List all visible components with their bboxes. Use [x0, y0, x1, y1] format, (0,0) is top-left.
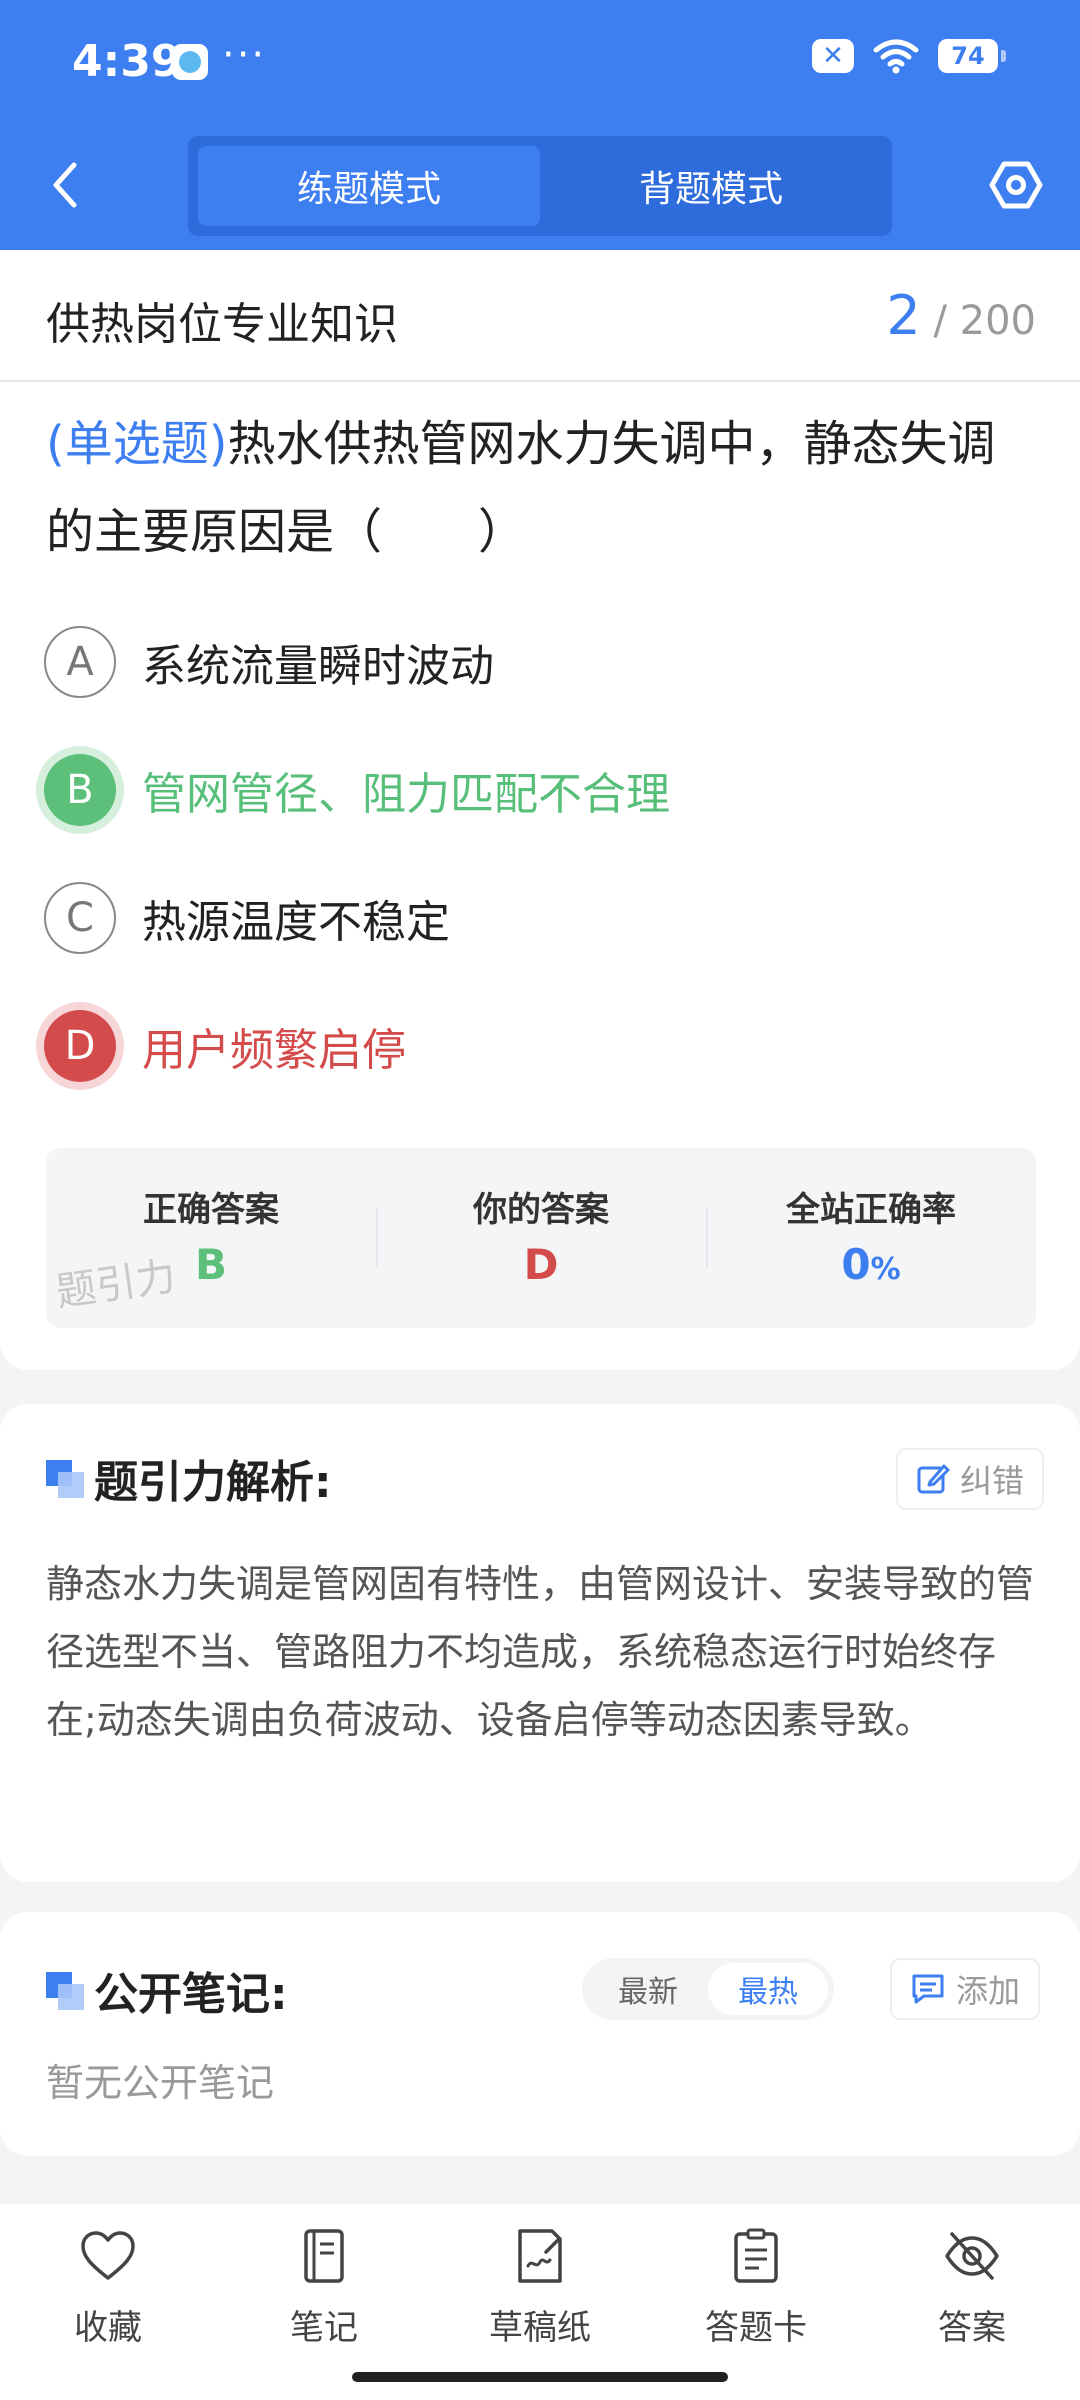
answer-sheet-label: 答题卡: [705, 2308, 807, 2348]
current-question-number: 2: [886, 284, 921, 347]
section-squares-icon: [46, 1972, 84, 2010]
draft-icon: [518, 2229, 562, 2283]
section-squares-icon: [46, 1460, 84, 1498]
option-a[interactable]: A 系统流量瞬时波动: [44, 626, 494, 698]
option-text: 用户频繁启停: [142, 1025, 406, 1076]
eye-off-icon: [945, 2232, 999, 2280]
accuracy-number: 0: [841, 1240, 871, 1289]
notes-sort-toggle: 最新 最热: [582, 1958, 834, 2020]
bottom-toolbar: 收藏 笔记 草稿纸 答题卡 答案: [0, 2204, 1080, 2400]
accuracy-label: 全站正确率: [786, 1190, 956, 1230]
question-card: 供热岗位专业知识 2 / 200 (单选题)热水供热管网水力失调中，静态失调的主…: [0, 250, 1080, 1370]
heart-icon: [81, 2231, 135, 2280]
subject-title: 供热岗位专业知识: [46, 299, 398, 350]
chevron-left-icon: [53, 162, 77, 208]
option-letter: C: [44, 882, 116, 954]
report-error-button[interactable]: 纠错: [896, 1448, 1045, 1510]
option-text: 热源温度不稳定: [142, 897, 450, 948]
analysis-title: 题引力解析:: [94, 1457, 332, 1508]
settings-hexagon-icon: [989, 161, 1043, 209]
option-letter: B: [44, 754, 116, 826]
settings-button[interactable]: [988, 155, 1044, 215]
option-text: 管网管径、阻力匹配不合理: [142, 769, 670, 820]
answer-panel: 正确答案 B 你的答案 D 全站正确率 0%: [46, 1148, 1036, 1328]
favorite-button[interactable]: 收藏: [0, 2226, 216, 2366]
accuracy-unit: %: [870, 1252, 901, 1287]
correct-answer-label: 正确答案: [143, 1190, 279, 1230]
option-letter: D: [44, 1010, 116, 1082]
add-note-button[interactable]: 添加: [890, 1958, 1041, 2020]
wifi-icon: [873, 39, 919, 74]
notes-label: 笔记: [290, 2308, 358, 2348]
question-text: (单选题)热水供热管网水力失调中，静态失调的主要原因是（ ）: [46, 400, 1036, 576]
show-answer-button[interactable]: 答案: [864, 2226, 1080, 2366]
home-indicator[interactable]: [352, 2372, 728, 2382]
notes-title: 公开笔记:: [94, 1969, 288, 2020]
status-more-icon: ···: [222, 32, 267, 78]
question-progress: 2 / 200: [886, 284, 1036, 347]
draft-paper-label: 草稿纸: [489, 2308, 591, 2348]
answer-sheet-button[interactable]: 答题卡: [648, 2226, 864, 2366]
draft-paper-button[interactable]: 草稿纸: [432, 2226, 648, 2366]
mode-switch: 练题模式 背题模式: [188, 136, 892, 236]
option-letter: A: [44, 626, 116, 698]
accuracy-value: 0%: [706, 1240, 1036, 1289]
your-answer-column: 你的答案 D: [376, 1148, 706, 1328]
your-answer-value: D: [523, 1240, 559, 1289]
option-text: 系统流量瞬时波动: [142, 641, 494, 692]
public-notes-card: 公开笔记: 最新 最热 添加 暂无公开笔记: [0, 1912, 1080, 2156]
add-note-label: 添加: [956, 1972, 1021, 2010]
option-d[interactable]: D 用户频繁启停: [44, 1010, 406, 1082]
divider: [0, 380, 1080, 382]
battery-indicator: 74: [938, 39, 1006, 73]
answer-sheet-icon: [734, 2228, 778, 2283]
option-c[interactable]: C 热源温度不稳定: [44, 882, 450, 954]
top-header: 4:39 ··· ✕ 74 练题模式 背题模式: [0, 0, 1080, 250]
status-time: 4:39: [72, 36, 182, 87]
tab-practice-mode[interactable]: 练题模式: [198, 146, 540, 226]
analysis-card: 题引力解析: 纠错 静态水力失调是管网固有特性，由管网设计、安装导致的管径选型不…: [0, 1404, 1080, 1882]
question-type-label: (单选题): [46, 416, 228, 472]
notebook-icon: [304, 2229, 344, 2283]
notes-button[interactable]: 笔记: [216, 2226, 432, 2366]
mute-icon: ✕: [812, 39, 854, 73]
empty-notes-text: 暂无公开笔记: [46, 2061, 275, 2105]
back-button[interactable]: [40, 155, 90, 215]
option-b[interactable]: B 管网管径、阻力匹配不合理: [44, 754, 670, 826]
comment-icon: [912, 1974, 944, 2004]
edit-icon: [917, 1464, 950, 1494]
tab-memorize-mode[interactable]: 背题模式: [540, 146, 882, 226]
status-icons: ✕ 74: [812, 38, 1006, 74]
accuracy-column: 全站正确率 0%: [706, 1148, 1036, 1328]
total-questions: / 200: [933, 298, 1036, 344]
show-answer-label: 答案: [938, 2308, 1006, 2348]
sort-latest-button[interactable]: 最新: [588, 1963, 708, 2015]
app-notification-icon: [172, 44, 208, 80]
favorite-label: 收藏: [74, 2308, 142, 2348]
report-error-label: 纠错: [960, 1462, 1025, 1500]
sort-hot-button[interactable]: 最热: [708, 1963, 828, 2015]
analysis-text: 静态水力失调是管网固有特性，由管网设计、安装导致的管径选型不当、管路阻力不均造成…: [46, 1562, 1035, 1742]
your-answer-label: 你的答案: [473, 1190, 609, 1230]
